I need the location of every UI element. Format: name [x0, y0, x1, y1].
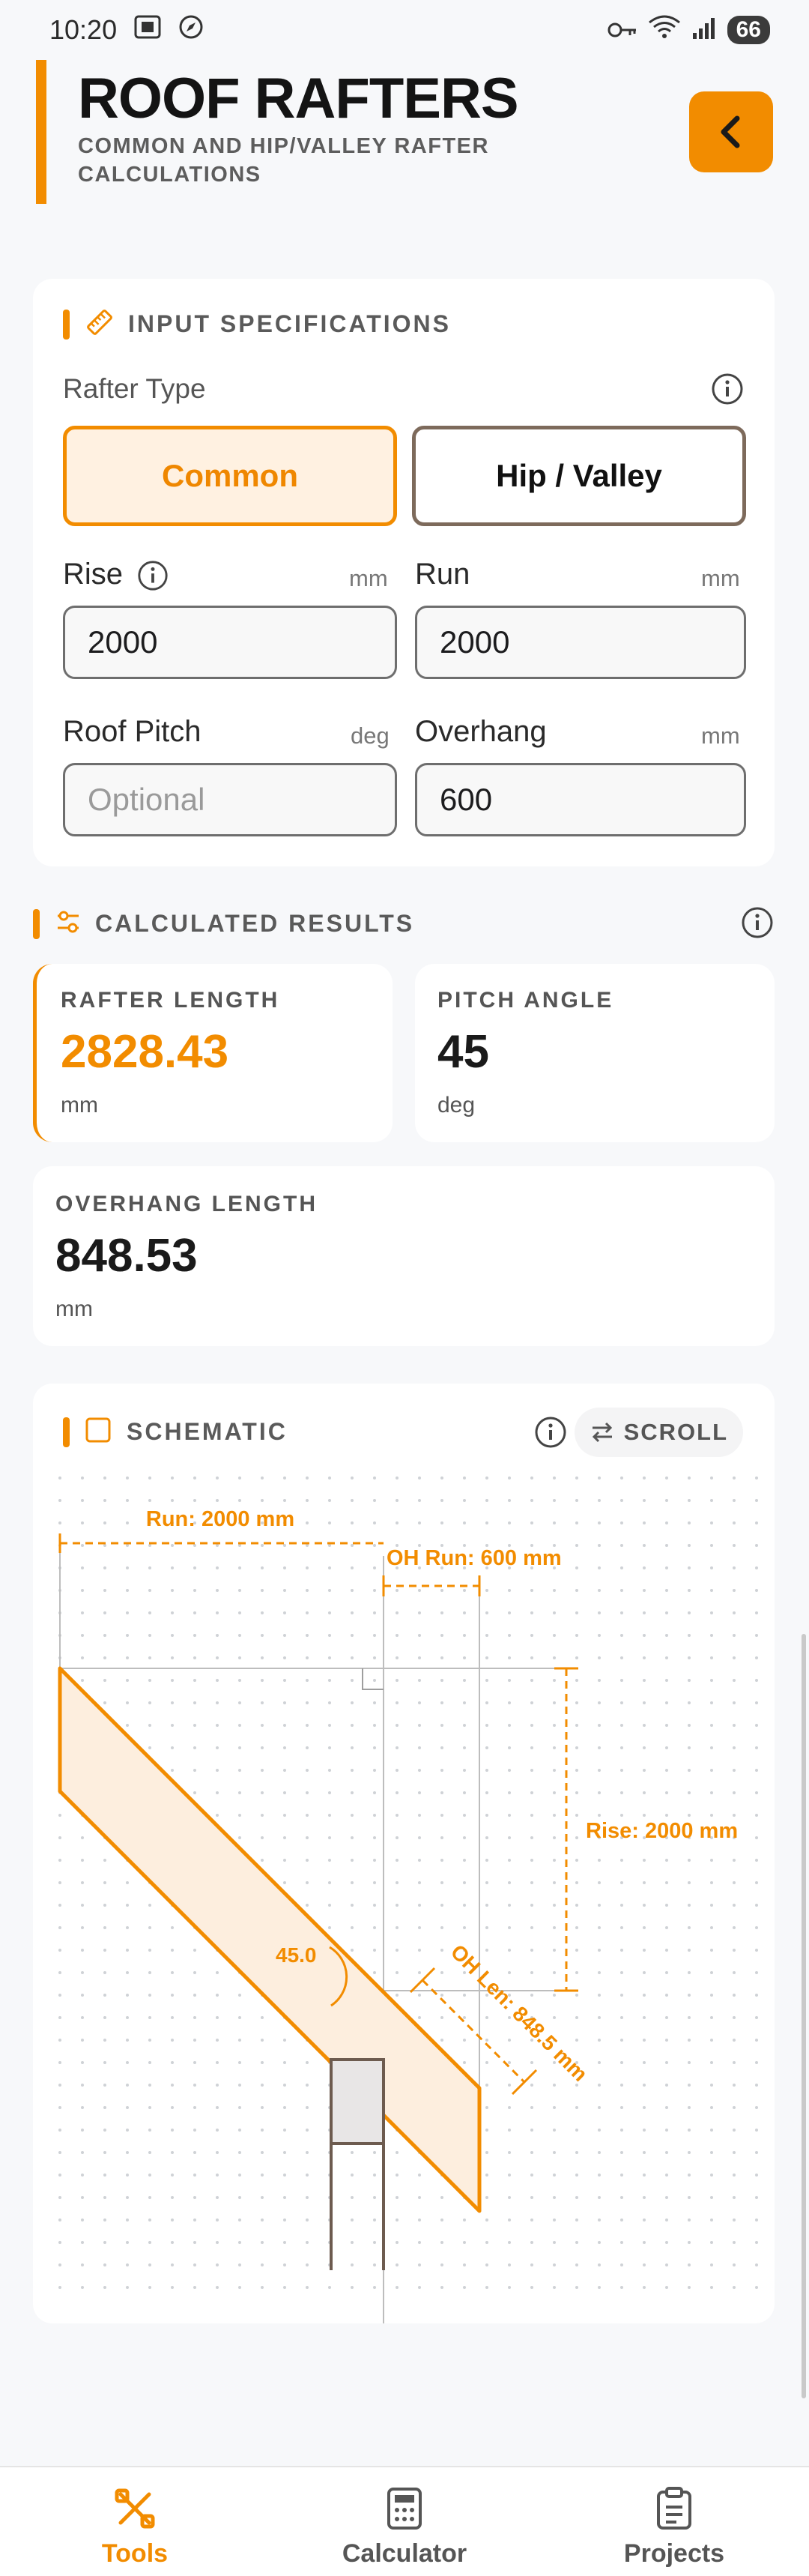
section-accent-bar: [33, 908, 40, 939]
nav-label-tools: Tools: [101, 2539, 169, 2568]
rise-unit: mm: [349, 565, 388, 591]
rise-label: Rise: [63, 558, 124, 591]
overhang-length-value: 848.53: [55, 1230, 198, 1282]
info-icon[interactable]: [710, 372, 745, 410]
tools-icon: [115, 2488, 155, 2529]
roof-pitch-label: Roof Pitch: [63, 715, 202, 748]
clipboard-icon: [657, 2487, 691, 2530]
roof-pitch-input[interactable]: [63, 763, 397, 836]
chevron-left-icon: [721, 115, 740, 148]
run-input[interactable]: [415, 606, 746, 679]
rafter-schematic-diagram: Run: 2000 mm OH Run: 600 mm Rise: 2000 m…: [48, 1473, 760, 2323]
key-icon: [607, 14, 637, 46]
overhang-label: Overhang: [415, 715, 547, 748]
rise-dimension-label: Rise: 2000 mm: [586, 1819, 738, 1843]
back-button[interactable]: [689, 91, 773, 172]
results-info-icon[interactable]: [740, 905, 775, 944]
page-subtitle: COMMON AND HIP/VALLEY RAFTER CALCULATION…: [78, 134, 489, 187]
input-specifications-card: INPUT SPECIFICATIONS Rafter Type Common …: [33, 279, 775, 866]
rafter-length-unit: mm: [61, 1093, 98, 1117]
wall-top-plate: [330, 2058, 385, 2145]
page-scrollbar[interactable]: [802, 1634, 806, 2398]
page-header: ROOF RAFTERS COMMON AND HIP/VALLEY RAFTE…: [36, 60, 773, 204]
compass-icon: [178, 14, 204, 46]
nav-label-projects: Projects: [623, 2539, 725, 2568]
bottom-navigation: Tools Calculator Projects: [0, 2466, 809, 2576]
screenshot-icon: [133, 14, 162, 46]
input-section-header: INPUT SPECIFICATIONS: [63, 307, 451, 341]
sliders-icon: [55, 908, 82, 939]
status-time: 10:20: [49, 14, 118, 45]
rafter-length-value: 2828.43: [61, 1026, 229, 1078]
overhang-unit: mm: [701, 723, 740, 749]
header-accent-bar: [36, 60, 46, 204]
nav-label-calculator: Calculator: [342, 2539, 467, 2568]
run-dimension-label: Run: 2000 mm: [146, 1507, 294, 1531]
ruler-icon: [85, 307, 115, 341]
rafter-length-label: RAFTER LENGTH: [61, 988, 280, 1013]
signal-icon: [691, 14, 717, 46]
oh-run-dimension-label: OH Run: 600 mm: [387, 1546, 562, 1570]
run-label: Run: [415, 558, 470, 591]
nav-item-calculator[interactable]: Calculator: [315, 2467, 494, 2576]
pitch-angle-value: 45: [437, 1026, 489, 1078]
section-accent-bar: [63, 309, 70, 340]
overhang-input[interactable]: [415, 763, 746, 836]
overhang-length-card: OVERHANG LENGTH 848.53 mm: [33, 1166, 775, 1346]
roof-pitch-unit: deg: [351, 723, 390, 749]
schematic-card: SCHEMATIC SCROLL Run: 2000 mm OH Run: 60…: [33, 1384, 775, 2323]
battery-indicator: 66: [727, 16, 770, 44]
results-section-title: CALCULATED RESULTS: [95, 910, 415, 937]
nav-item-projects[interactable]: Projects: [584, 2467, 764, 2576]
results-section-header: CALCULATED RESULTS: [33, 908, 414, 939]
status-bar: 10:20 66: [0, 0, 809, 60]
rise-info-icon[interactable]: [136, 559, 169, 596]
nav-item-tools[interactable]: Tools: [45, 2467, 225, 2576]
overhang-length-unit: mm: [55, 1297, 93, 1321]
pitch-angle-label: PITCH ANGLE: [437, 988, 614, 1013]
calculator-icon: [387, 2488, 422, 2530]
rise-input[interactable]: [63, 606, 397, 679]
overhang-length-label: OVERHANG LENGTH: [55, 1192, 318, 1216]
input-section-title: INPUT SPECIFICATIONS: [128, 310, 451, 337]
pitch-angle-unit: deg: [437, 1093, 476, 1117]
wifi-icon: [648, 14, 681, 46]
pitch-angle-label: 45.0: [276, 1943, 317, 1967]
rafter-length-card: RAFTER LENGTH 2828.43 mm: [33, 964, 393, 1142]
rafter-type-common-button[interactable]: Common: [63, 426, 397, 526]
run-unit: mm: [701, 565, 740, 591]
page-title: ROOF RAFTERS: [78, 67, 519, 130]
rafter-type-label: Rafter Type: [63, 373, 206, 404]
pitch-angle-card: PITCH ANGLE 45 deg: [415, 964, 775, 1142]
rafter-type-hip-valley-button[interactable]: Hip / Valley: [412, 426, 746, 526]
